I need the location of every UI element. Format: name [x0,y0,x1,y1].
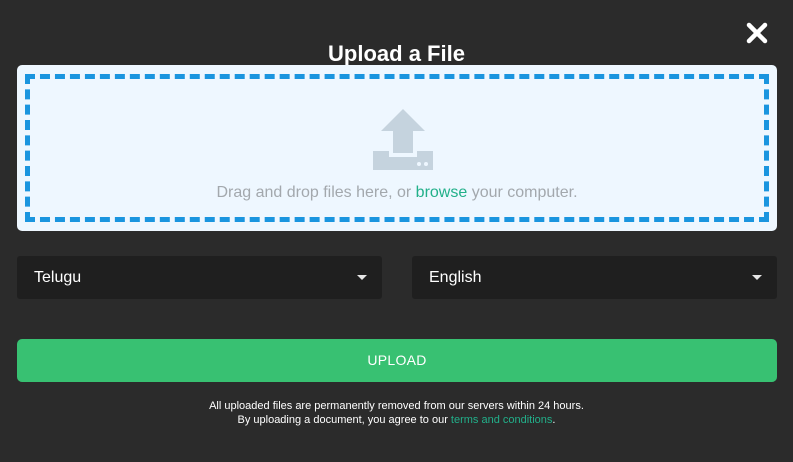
source-language-select[interactable]: Telugu [17,256,382,299]
dropzone-text-before: Drag and drop files here, or [216,184,416,201]
upload-notice: All uploaded files are permanently remov… [0,399,793,427]
upload-modal: Upload a File Drag and drop files here, … [0,0,793,462]
target-language-select[interactable]: English [412,256,777,299]
terms-link[interactable]: terms and conditions [451,414,553,426]
caret-down-icon [357,275,367,280]
notice-line-2-before: By uploading a document, you agree to ou… [237,414,451,426]
browse-link[interactable]: browse [416,184,468,201]
caret-down-icon [752,275,762,280]
dropzone-area[interactable]: Drag and drop files here, or browse your… [25,74,769,222]
upload-icon [373,109,433,170]
target-language-value: English [429,269,482,286]
source-language-value: Telugu [34,269,82,286]
upload-button[interactable]: UPLOAD [17,339,777,382]
notice-line-2-after: . [552,414,556,426]
notice-line-1: All uploaded files are permanently remov… [209,400,584,412]
dropzone-instructions: Drag and drop files here, or browse your… [30,183,764,203]
notice-line-2: By uploading a document, you agree to ou… [0,413,793,427]
modal-title: Upload a File [328,41,465,66]
dropzone[interactable]: Drag and drop files here, or browse your… [17,65,777,231]
dropzone-text-after: your computer. [467,184,578,201]
